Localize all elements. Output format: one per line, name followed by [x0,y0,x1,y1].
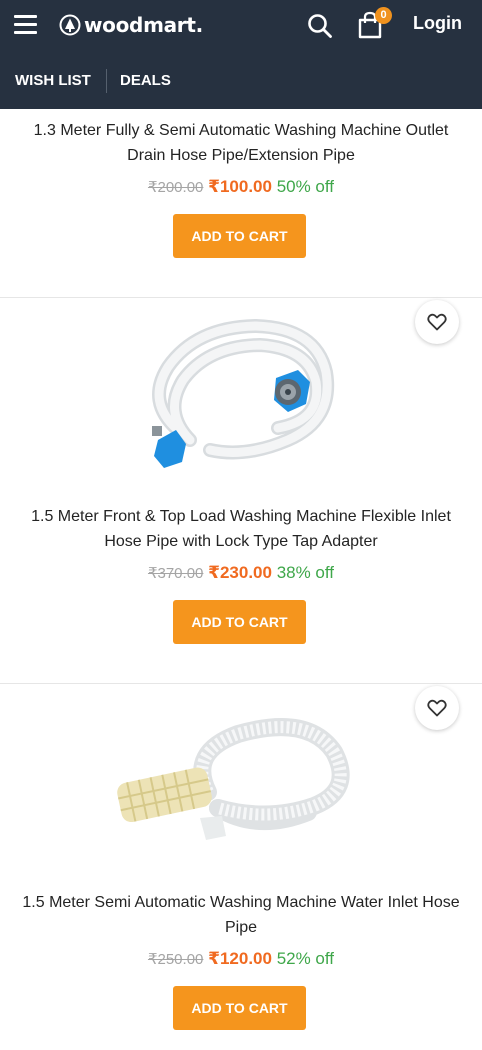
product-image-inlet-hose-with-adapter[interactable] [138,312,343,484]
price-original: ₹250.00 [147,951,204,968]
price-original: ₹200.00 [147,179,204,196]
product-divider [0,683,482,684]
logo-mark-icon [59,14,81,36]
add-to-cart-button[interactable]: ADD TO CART [173,600,306,644]
add-to-cart-button[interactable]: ADD TO CART [173,214,306,258]
price-line: ₹200.00 ₹100.00 50% off [0,177,482,197]
price-sale: ₹100.00 [208,177,272,196]
product-title[interactable]: 1.5 Meter Front & Top Load Washing Machi… [15,504,467,554]
price-line: ₹250.00 ₹120.00 52% off [0,949,482,969]
nav-deals-link[interactable]: DEALS [120,72,171,89]
product-title[interactable]: 1.3 Meter Fully & Semi Automatic Washing… [15,118,467,168]
discount-label: 52% off [276,949,335,968]
wishlist-button[interactable] [415,300,459,344]
product-title[interactable]: 1.5 Meter Semi Automatic Washing Machine… [15,890,467,940]
discount-label: 38% off [276,563,335,582]
heart-icon [427,313,447,331]
hamburger-menu-icon[interactable] [14,15,37,35]
login-link[interactable]: Login [413,13,462,34]
brand-logo[interactable]: woodmart. [59,12,203,38]
top-bar: woodmart. 0 Login [0,0,482,52]
product-divider [0,297,482,298]
heart-icon [427,699,447,717]
cart-count-badge: 0 [375,7,392,24]
product-image-semi-auto-inlet-hose[interactable] [108,712,370,874]
site-header: woodmart. 0 Login WISH LIST DEALS [0,0,482,109]
discount-label: 50% off [276,177,335,196]
add-to-cart-button[interactable]: ADD TO CART [173,986,306,1030]
price-original: ₹370.00 [147,565,204,582]
price-sale: ₹230.00 [208,563,272,582]
search-icon[interactable] [306,12,334,40]
nav-divider [106,69,107,93]
nav-wishlist-link[interactable]: WISH LIST [15,72,91,89]
price-line: ₹370.00 ₹230.00 38% off [0,563,482,583]
price-sale: ₹120.00 [208,949,272,968]
wishlist-button[interactable] [415,686,459,730]
secondary-nav: WISH LIST DEALS [0,63,482,99]
brand-name: woodmart. [84,13,203,37]
